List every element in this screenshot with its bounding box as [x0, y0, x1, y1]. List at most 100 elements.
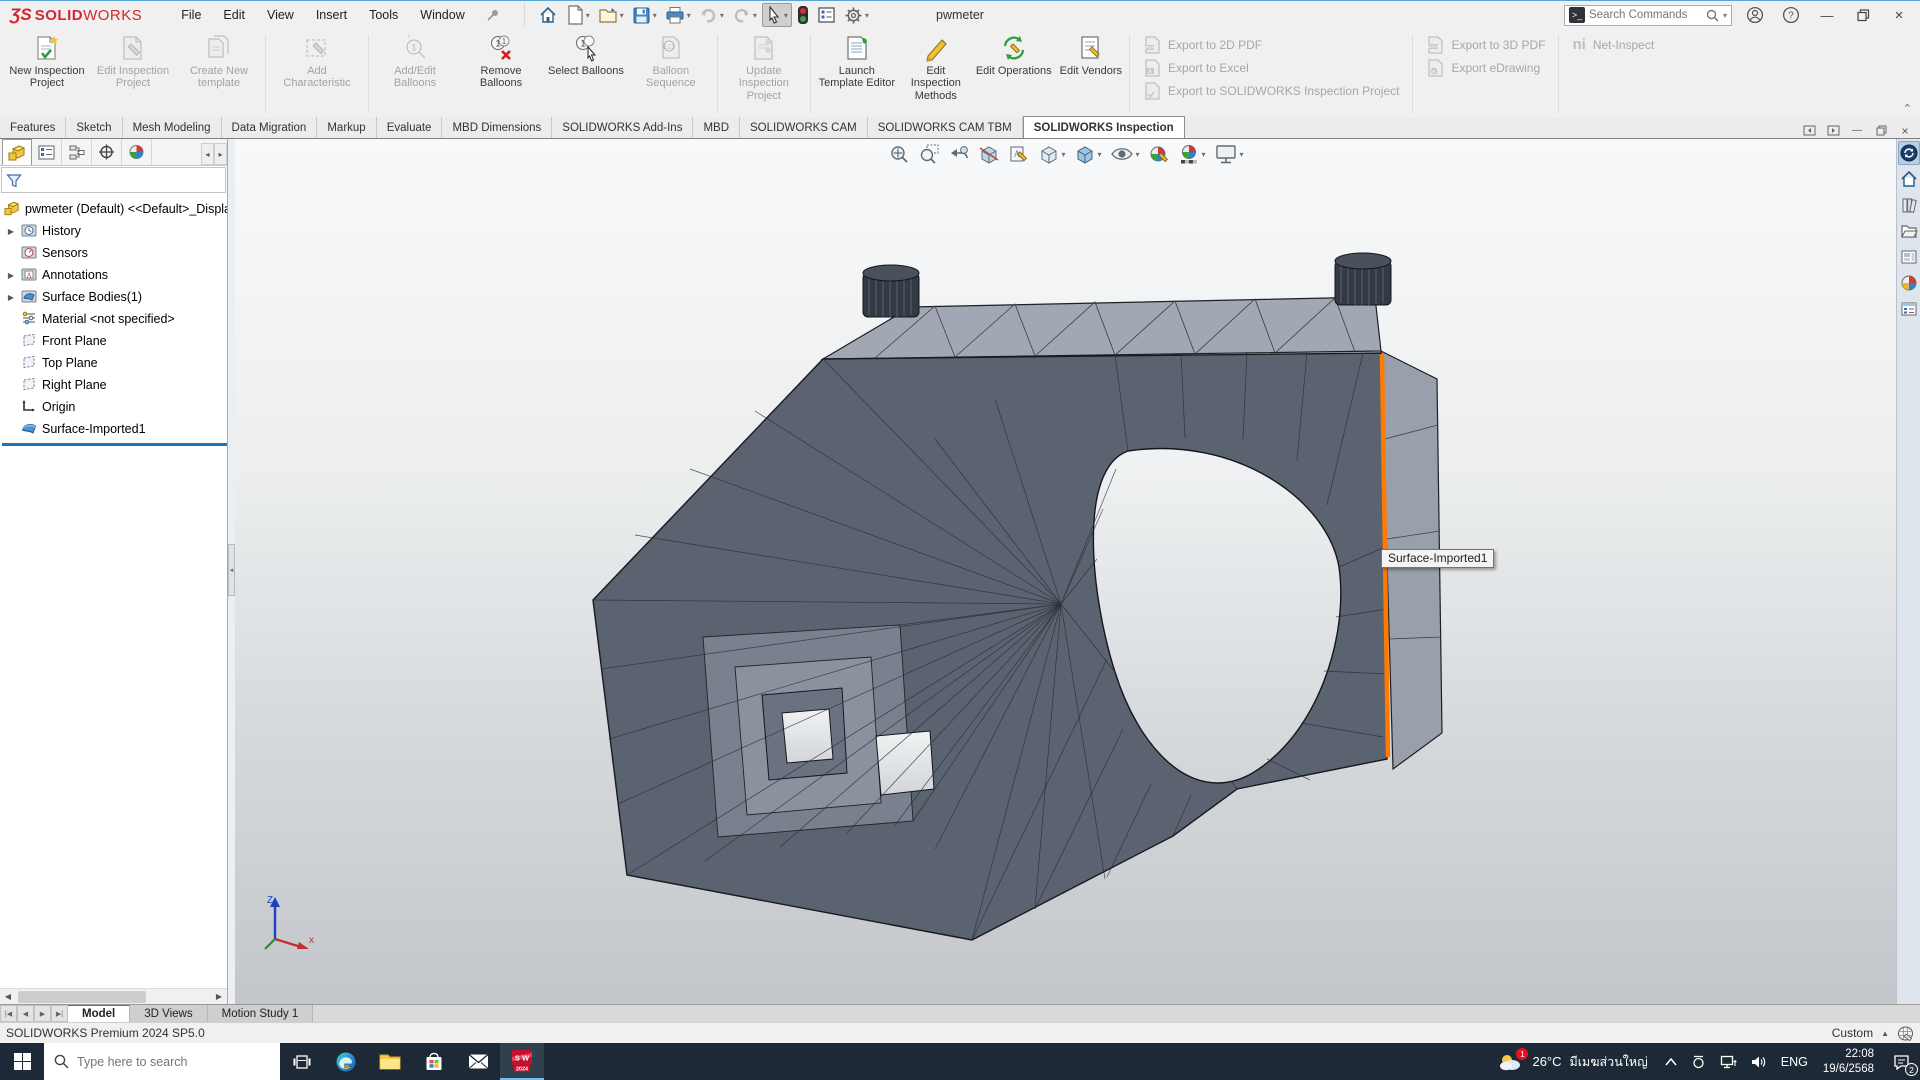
last-tab-icon[interactable]: ▶|	[51, 1005, 68, 1022]
menu-insert[interactable]: Insert	[305, 1, 358, 30]
tree-item-surface-bodies[interactable]: ▶ Surface Bodies(1)	[2, 286, 227, 308]
pane-next-icon[interactable]	[1824, 123, 1842, 138]
doc-restore-button[interactable]	[1872, 123, 1890, 138]
menu-view[interactable]: View	[256, 1, 305, 30]
tab-motion-study-1[interactable]: Motion Study 1	[208, 1005, 314, 1022]
export-edrawing-button[interactable]: e Export eDrawing	[1426, 58, 1545, 77]
doc-minimize-button[interactable]: —	[1848, 123, 1866, 138]
tree-horizontal-scrollbar[interactable]: ◀ ▶	[0, 988, 227, 1004]
account-icon[interactable]	[1742, 4, 1768, 26]
tab-solidworks-cam-tbm[interactable]: SOLIDWORKS CAM TBM	[868, 117, 1023, 138]
tab-model[interactable]: Model	[68, 1005, 130, 1022]
design-library-button[interactable]	[1898, 193, 1920, 217]
solidworks-resources-button[interactable]	[1898, 141, 1920, 165]
tab-mbd-dimensions[interactable]: MBD Dimensions	[442, 117, 552, 138]
file-explorer-button[interactable]	[1898, 219, 1920, 243]
balloon-sequence-button[interactable]: 123 Balloon Sequence	[628, 31, 714, 117]
snip-tray-icon[interactable]	[1684, 1043, 1713, 1080]
search-dropdown-icon[interactable]: ▾	[1723, 11, 1727, 20]
view-palette-button[interactable]	[1898, 245, 1920, 269]
tab-markup[interactable]: Markup	[317, 117, 376, 138]
microsoft-store-icon[interactable]	[412, 1043, 456, 1080]
tree-item-right-plane[interactable]: Right Plane	[2, 374, 227, 396]
volume-tray-icon[interactable]	[1744, 1043, 1774, 1080]
tree-filter-bar[interactable]	[1, 167, 226, 193]
edit-inspection-methods-button[interactable]: Edit Inspection Methods	[900, 31, 972, 117]
tab-sketch[interactable]: Sketch	[66, 117, 122, 138]
tree-item-origin[interactable]: Origin	[2, 396, 227, 418]
close-button[interactable]: ×	[1886, 4, 1912, 26]
redo-button[interactable]: ▾	[729, 3, 760, 27]
edit-operations-button[interactable]: Edit Operations	[972, 31, 1056, 117]
view-orientation-dropdown-icon[interactable]: ▾	[1061, 150, 1065, 159]
appearances-scenes-button[interactable]	[1898, 271, 1920, 295]
file-explorer-icon[interactable]	[368, 1043, 412, 1080]
tree-item-history[interactable]: ▶ History	[2, 220, 227, 242]
select-tool-dropdown-icon[interactable]: ▾	[784, 11, 788, 20]
command-search-box[interactable]: >_ ▾	[1564, 5, 1732, 26]
settings-gear-button[interactable]: ▾	[841, 3, 872, 27]
view-orientation-button[interactable]: ▾	[1034, 142, 1068, 166]
net-inspect-button[interactable]: ni Net-Inspect	[1572, 35, 1654, 54]
options-list-button[interactable]	[814, 3, 839, 27]
tab-mesh-modeling[interactable]: Mesh Modeling	[123, 117, 222, 138]
undo-dropdown-icon[interactable]: ▾	[720, 11, 724, 20]
panel-splitter[interactable]: ◂	[228, 139, 235, 1004]
save-button[interactable]: ▾	[629, 3, 660, 27]
scrollbar-thumb[interactable]	[18, 991, 146, 1003]
select-tool-button[interactable]: ▾	[762, 3, 792, 27]
view-settings-button[interactable]: ▾	[1211, 142, 1247, 166]
apply-scene-button[interactable]: ▾	[1175, 142, 1209, 166]
home-button[interactable]	[535, 3, 561, 27]
action-center-button[interactable]: 2	[1882, 1043, 1920, 1080]
expander-icon[interactable]: ▶	[6, 293, 16, 302]
print-button[interactable]: ▾	[662, 3, 694, 27]
create-new-template-button[interactable]: Create New template	[176, 31, 262, 117]
pane-previous-icon[interactable]	[1800, 123, 1818, 138]
first-tab-icon[interactable]: |◀	[0, 1005, 17, 1022]
undo-button[interactable]: ▾	[696, 3, 727, 27]
expander-icon[interactable]: ▶	[6, 227, 16, 236]
select-balloons-button[interactable]: 1 Select Balloons	[544, 31, 628, 117]
edit-inspection-project-button[interactable]: Edit Inspection Project	[90, 31, 176, 117]
ribbon-collapse-chevron[interactable]: ⌃	[1903, 102, 1912, 115]
edit-vendors-button[interactable]: Edit Vendors	[1056, 31, 1126, 117]
mail-icon[interactable]	[456, 1043, 500, 1080]
update-inspection-project-button[interactable]: Update Inspection Project	[721, 31, 807, 117]
remove-balloons-button[interactable]: 11 Remove Balloons	[458, 31, 544, 117]
rebuild-button[interactable]	[794, 3, 812, 27]
menu-window[interactable]: Window	[409, 1, 475, 30]
export-3d-pdf-button[interactable]: 3DPDF Export to 3D PDF	[1426, 35, 1545, 54]
configurationmanager-tab[interactable]	[62, 139, 92, 165]
tab-solidworks-cam[interactable]: SOLIDWORKS CAM	[740, 117, 868, 138]
zoom-to-area-button[interactable]	[914, 142, 942, 166]
hide-show-items-button[interactable]: ▾	[1106, 142, 1142, 166]
menu-file[interactable]: File	[170, 1, 212, 30]
home-tab-button[interactable]	[1898, 167, 1920, 191]
new-document-dropdown-icon[interactable]: ▾	[586, 11, 590, 20]
edge-browser-icon[interactable]	[324, 1043, 368, 1080]
print-dropdown-icon[interactable]: ▾	[687, 11, 691, 20]
command-search-input[interactable]	[1589, 9, 1702, 21]
edit-appearance-button[interactable]	[1145, 142, 1173, 166]
next-tab-icon[interactable]: ▶	[34, 1005, 51, 1022]
start-button[interactable]	[0, 1043, 44, 1080]
view-settings-dropdown-icon[interactable]: ▾	[1240, 150, 1244, 159]
rollback-bar[interactable]	[2, 443, 227, 446]
custom-properties-button[interactable]	[1898, 297, 1920, 321]
launch-template-editor-button[interactable]: Launch Template Editor	[814, 31, 900, 117]
taskbar-search-input[interactable]	[77, 1055, 247, 1069]
new-inspection-project-button[interactable]: New Inspection Project	[4, 31, 90, 117]
hide-show-dropdown-icon[interactable]: ▾	[1135, 150, 1139, 159]
graphics-viewport[interactable]: A ▾ ▾ ▾ ▾ ▾ Surface-Imported1 Z x	[235, 139, 1896, 1004]
export-excel-button[interactable]: X Export to Excel	[1143, 58, 1399, 77]
panel-tabs-scroll-right[interactable]: ▸	[214, 143, 227, 165]
redo-dropdown-icon[interactable]: ▾	[753, 11, 757, 20]
solidworks-app-icon[interactable]: S W2024	[500, 1043, 544, 1080]
display-style-button[interactable]: ▾	[1070, 142, 1104, 166]
display-state-expand-icon[interactable]: ▲	[1881, 1029, 1889, 1038]
pin-menu-icon[interactable]	[486, 8, 500, 22]
add-edit-balloons-button[interactable]: 1* Add/Edit Balloons	[372, 31, 458, 117]
section-view-button[interactable]	[974, 142, 1002, 166]
displaymanager-tab[interactable]	[122, 139, 152, 165]
